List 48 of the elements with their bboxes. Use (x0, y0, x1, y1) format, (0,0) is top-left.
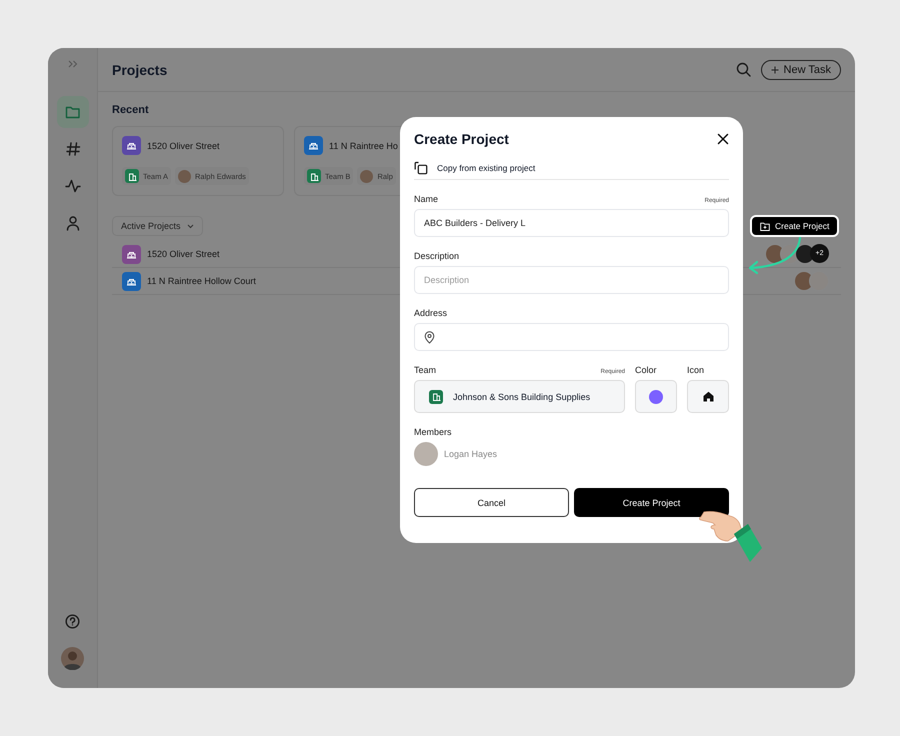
building-icon (429, 390, 443, 404)
avatar (809, 271, 829, 291)
building-icon (307, 169, 321, 183)
folder-plus-icon (760, 222, 770, 230)
create-project-tooltip: Create Project (750, 215, 840, 237)
address-field[interactable] (414, 323, 729, 351)
field-label: Icon (687, 365, 704, 375)
new-task-button[interactable]: New Task (760, 60, 841, 80)
pointer-arrow (748, 236, 802, 274)
chevron-down-icon (186, 224, 194, 228)
field-label: Address (414, 308, 448, 318)
project-name: 11 N Raintree Hollow Court (147, 276, 256, 286)
icon-picker[interactable] (687, 380, 729, 413)
field-label: Members (414, 427, 452, 437)
project-name: 1520 Oliver Street (147, 140, 220, 150)
close-icon[interactable] (717, 133, 729, 145)
cancel-button[interactable]: Cancel (414, 488, 569, 517)
name-field[interactable]: ABC Builders - Delivery L (414, 209, 729, 237)
project-name: 1520 Oliver Street (147, 249, 220, 259)
project-name: 11 N Raintree Ho (329, 140, 398, 150)
search-icon[interactable] (736, 62, 751, 77)
help-icon[interactable] (65, 614, 80, 629)
user-avatar[interactable] (61, 647, 84, 670)
copy-option[interactable]: Copy from existing project (414, 147, 729, 180)
team-select[interactable]: Johnson & Sons Building Supplies (414, 380, 625, 413)
section-title: Recent (112, 104, 150, 116)
building-icon (125, 169, 139, 183)
plus-icon (770, 66, 779, 74)
avatar (178, 170, 192, 182)
location-pin-icon (424, 330, 435, 344)
avatar (360, 170, 374, 182)
field-label: Description (414, 251, 460, 261)
hash-icon (64, 141, 80, 157)
member-name: Logan Hayes (444, 449, 498, 459)
home-icon (702, 391, 714, 402)
person-icon (64, 215, 80, 231)
field-label: Name (414, 194, 438, 204)
description-field[interactable]: Description (414, 266, 729, 294)
folder-icon (64, 104, 80, 120)
copy-icon (414, 161, 428, 175)
create-project-button[interactable]: Create Project (574, 488, 729, 517)
avatar (414, 442, 438, 466)
field-label: Color (635, 365, 657, 375)
field-label: Team (414, 365, 436, 375)
page-title: Projects (112, 62, 168, 78)
color-picker[interactable] (635, 380, 677, 413)
activity-icon (64, 178, 80, 194)
filter-dropdown[interactable]: Active Projects (112, 216, 203, 236)
